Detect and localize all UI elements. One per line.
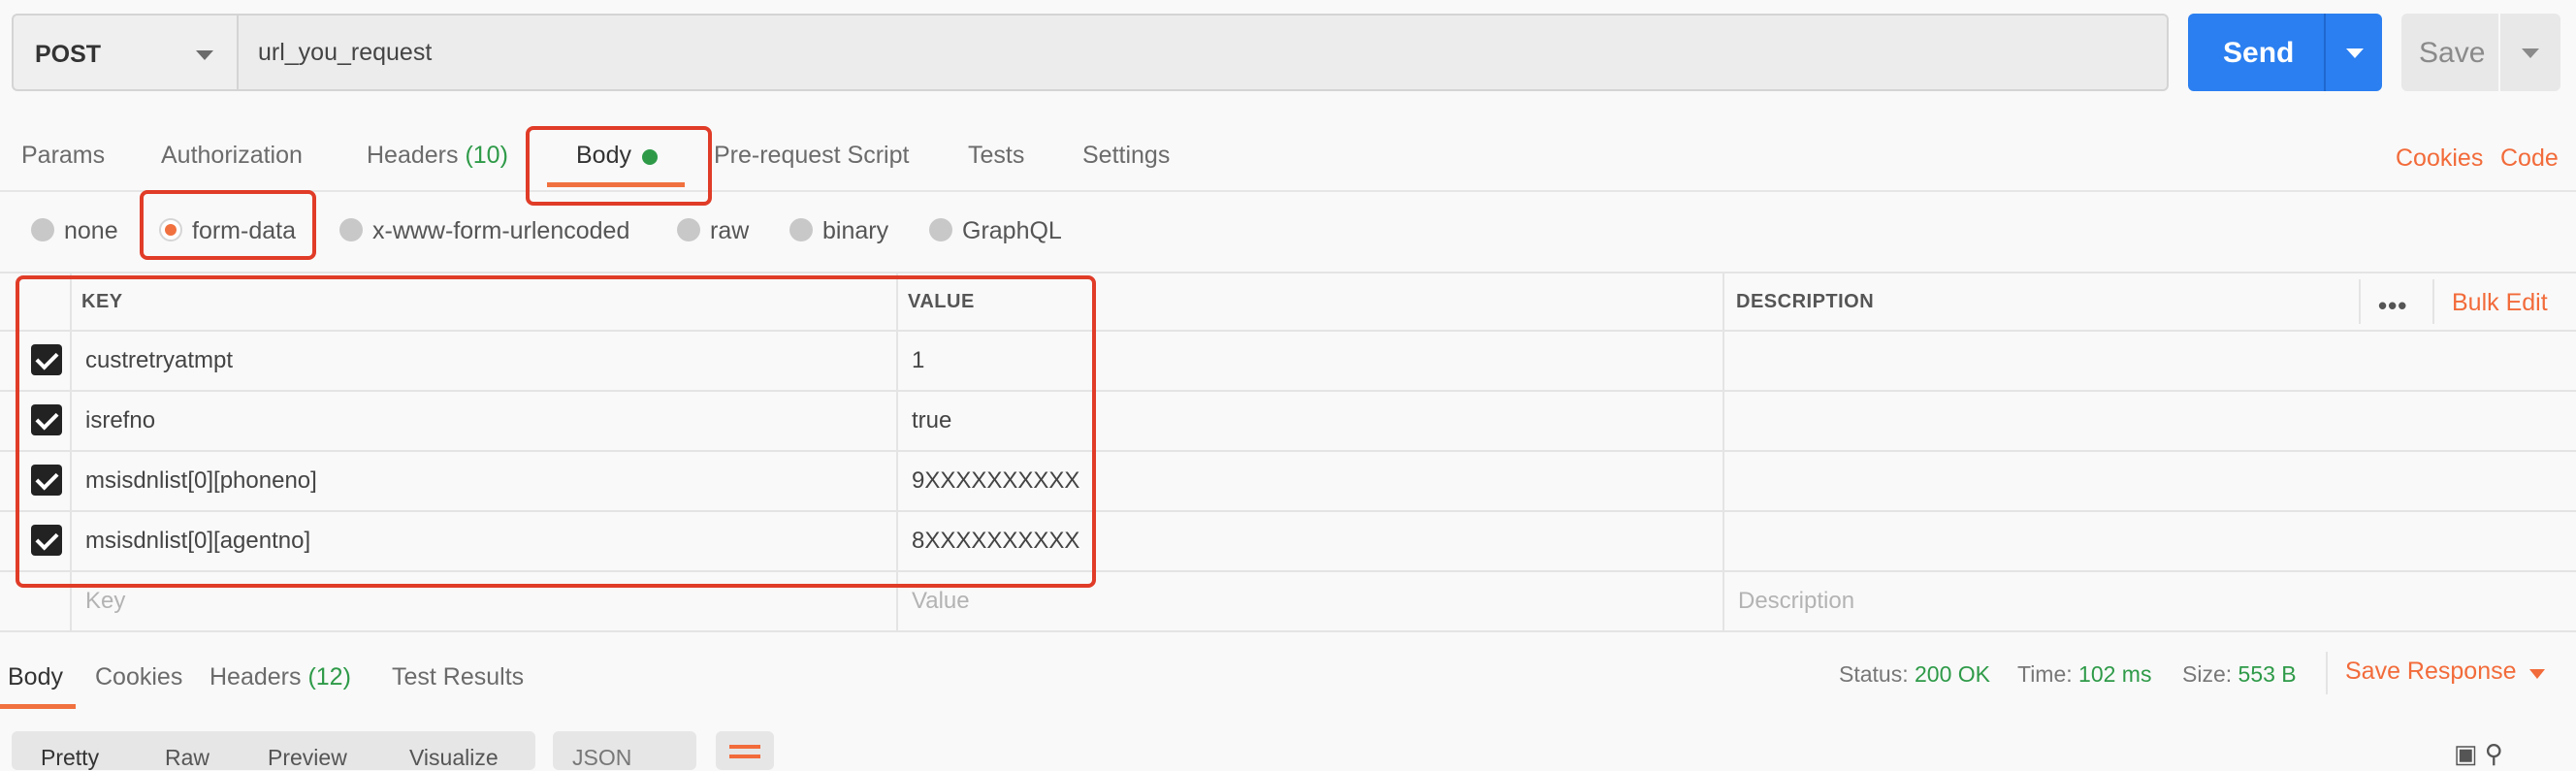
save-button[interactable]: Save xyxy=(2401,14,2498,91)
radio-none[interactable] xyxy=(31,218,54,241)
radio-graphql[interactable] xyxy=(929,218,952,241)
wrap-lines-button[interactable] xyxy=(716,731,774,770)
time-value: 102 ms xyxy=(2078,661,2152,687)
response-active-underline xyxy=(0,704,76,709)
tab-prerequest-script[interactable]: Pre-request Script xyxy=(714,142,909,170)
format-value: JSON xyxy=(572,745,632,770)
size-value: 553 B xyxy=(2238,661,2297,687)
tab-authorization[interactable]: Authorization xyxy=(161,142,303,170)
save-response-button[interactable]: Save Response xyxy=(2345,658,2517,686)
table-col-divider xyxy=(1723,273,1724,632)
size-readout: Size: 553 B xyxy=(2182,661,2297,688)
send-label: Send xyxy=(2223,37,2295,69)
radio-graphql-label: GraphQL xyxy=(962,217,1062,244)
method-select[interactable]: POST xyxy=(12,14,237,91)
table-divider xyxy=(0,630,2576,632)
radio-urlencoded[interactable] xyxy=(339,218,363,241)
new-value-input[interactable]: Value xyxy=(912,588,970,615)
tab-headers-label: Headers xyxy=(367,142,459,169)
send-options-button[interactable] xyxy=(2324,14,2382,91)
radio-none-label: none xyxy=(64,217,118,244)
url-value: url_you_request xyxy=(258,39,433,66)
new-key-input[interactable]: Key xyxy=(85,588,125,615)
radio-raw-label: raw xyxy=(710,217,750,244)
save-label: Save xyxy=(2419,37,2486,69)
chevron-down-icon[interactable] xyxy=(2529,669,2545,679)
time-readout: Time: 102 ms xyxy=(2017,661,2151,688)
view-mode-raw[interactable]: Raw xyxy=(165,745,209,770)
status-label: Status: xyxy=(1839,661,1909,687)
wrap-icon xyxy=(729,745,760,749)
tab-tests[interactable]: Tests xyxy=(968,142,1024,170)
response-headers-count: (12) xyxy=(307,663,351,691)
table-col-divider xyxy=(2432,279,2434,324)
form-data-highlight xyxy=(140,190,316,260)
status-value: 200 OK xyxy=(1915,661,1990,687)
response-tab-headers-label: Headers xyxy=(209,663,302,691)
code-link[interactable]: Code xyxy=(2500,145,2559,173)
send-button[interactable]: Send xyxy=(2188,14,2324,91)
column-header-description: DESCRIPTION xyxy=(1736,291,1875,312)
tab-settings[interactable]: Settings xyxy=(1082,142,1170,170)
response-tab-cookies[interactable]: Cookies xyxy=(95,663,182,691)
view-mode-pretty[interactable]: Pretty xyxy=(41,745,99,770)
table-highlight xyxy=(16,275,1096,588)
status-readout: Status: 200 OK xyxy=(1839,661,1990,688)
response-divider xyxy=(2326,652,2328,694)
view-mode-preview[interactable]: Preview xyxy=(268,745,347,770)
view-mode-group: Pretty Raw Preview Visualize xyxy=(12,731,535,770)
wrap-icon-line xyxy=(729,755,760,758)
response-tab-headers[interactable]: Headers (12) xyxy=(209,663,351,691)
method-value: POST xyxy=(35,41,102,68)
more-options-icon[interactable]: ••• xyxy=(2378,291,2407,321)
chevron-down-icon xyxy=(2522,48,2539,58)
radio-raw[interactable] xyxy=(677,218,700,241)
url-input[interactable]: url_you_request xyxy=(237,14,2169,91)
response-tab-body[interactable]: Body xyxy=(8,663,63,691)
radio-binary[interactable] xyxy=(789,218,813,241)
tab-headers[interactable]: Headers (10) xyxy=(367,142,508,170)
view-mode-visualize[interactable]: Visualize xyxy=(409,745,499,770)
chevron-down-icon xyxy=(2346,48,2364,58)
cookies-link[interactable]: Cookies xyxy=(2396,145,2483,173)
tab-headers-count: (10) xyxy=(465,142,508,169)
radio-urlencoded-label: x-www-form-urlencoded xyxy=(372,217,630,244)
table-col-divider xyxy=(2359,279,2361,324)
response-tab-test-results[interactable]: Test Results xyxy=(392,663,524,691)
new-description-input[interactable]: Description xyxy=(1738,588,1854,615)
radio-binary-label: binary xyxy=(822,217,889,244)
bulk-edit-link[interactable]: Bulk Edit xyxy=(2452,289,2548,317)
size-label: Size: xyxy=(2182,661,2233,687)
format-select[interactable]: JSON xyxy=(553,731,696,770)
copy-search-icons[interactable]: ▣ ⚲ xyxy=(2454,739,2503,769)
chevron-down-icon xyxy=(196,50,213,60)
time-label: Time: xyxy=(2017,661,2073,687)
tab-params[interactable]: Params xyxy=(21,142,105,170)
save-options-button[interactable] xyxy=(2500,14,2560,91)
